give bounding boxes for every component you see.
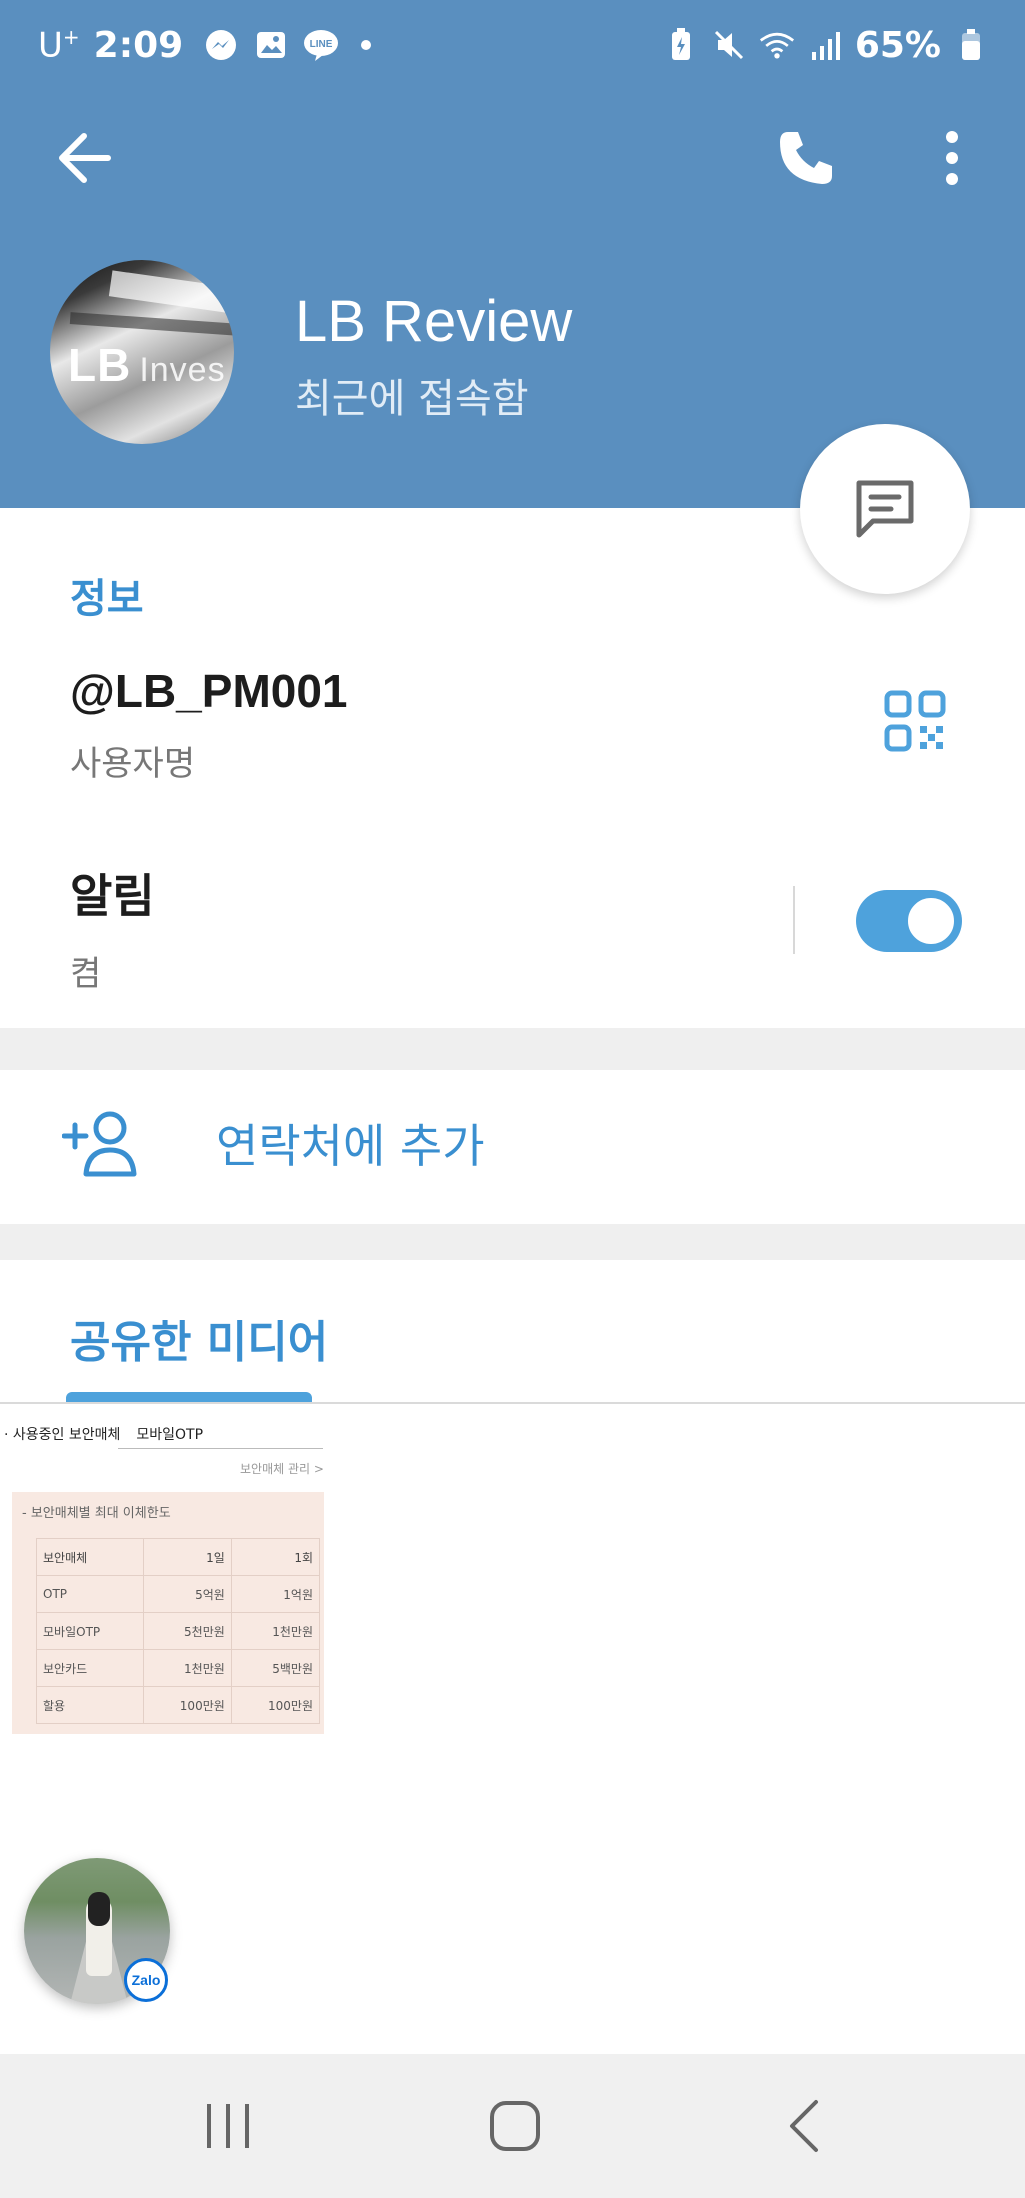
- section-divider: [0, 1028, 1025, 1070]
- thumb-limit-card: - 보안매체별 최대 이체한도 보안매체 1일 1회 OTP 5억원 1억원 모바일OT…: [12, 1492, 324, 1734]
- battery-icon: [953, 27, 989, 63]
- recent-apps-icon: [207, 2104, 249, 2148]
- add-person-icon[interactable]: [61, 1108, 142, 1178]
- qr-code-icon: [884, 690, 946, 752]
- messenger-icon: [203, 27, 239, 63]
- recent-apps-button[interactable]: [178, 2090, 278, 2162]
- info-section-title: 정보: [70, 576, 144, 622]
- status-time: 2:09: [93, 24, 184, 66]
- zalo-badge-icon: Zalo: [124, 1958, 168, 2002]
- username[interactable]: @LB_PM001: [70, 664, 348, 718]
- carrier-label: U+: [38, 24, 80, 66]
- home-button[interactable]: [465, 2090, 565, 2162]
- more-options-button[interactable]: [912, 118, 992, 198]
- back-nav-button[interactable]: [754, 2090, 854, 2162]
- call-button[interactable]: [766, 118, 846, 198]
- tab-divider: [0, 1402, 1025, 1404]
- system-nav-bar: [0, 2054, 1025, 2198]
- line-app-icon: LINE: [303, 27, 339, 63]
- gallery-icon: [253, 27, 289, 63]
- section-divider: [0, 1224, 1025, 1260]
- notifications-title: 알림: [70, 869, 155, 923]
- tab-shared-media[interactable]: 공유한 미디어: [70, 1306, 328, 1370]
- username-label: 사용자명: [70, 744, 196, 784]
- last-seen-status: 최근에 접속함: [295, 376, 529, 422]
- profile-avatar[interactable]: LB Inves: [50, 260, 234, 444]
- thumb-header: · 사용중인 보안매체 모바일OTP: [4, 1427, 204, 1443]
- thumb-limit-table: 보안매체 1일 1회 OTP 5억원 1억원 모바일OTP 5천만원 1천만원 보안카드 1천…: [36, 1538, 321, 1724]
- battery-percent: 65%: [854, 24, 941, 66]
- chevron-left-icon: [790, 2100, 818, 2152]
- profile-name: LB Review: [295, 289, 573, 354]
- notifications-toggle[interactable]: [856, 890, 962, 952]
- media-thumbnail[interactable]: · 사용중인 보안매체 모바일OTP 보안매체 관리 > - 보안매체별 최대 이…: [0, 1406, 328, 1744]
- divider: [793, 886, 795, 954]
- mute-icon: [711, 27, 747, 63]
- phone-icon: [780, 132, 832, 184]
- svg-text:LINE: LINE: [310, 39, 333, 50]
- message-button[interactable]: [800, 424, 970, 594]
- more-vertical-icon: [946, 131, 958, 185]
- back-button[interactable]: [44, 118, 124, 198]
- notification-dot-icon: [361, 40, 372, 50]
- home-icon: [490, 2101, 540, 2151]
- wifi-icon: [759, 27, 795, 63]
- thumb-manage-link: 보안매체 관리 >: [240, 1462, 324, 1476]
- signal-icon: [807, 27, 843, 63]
- add-to-contacts-button[interactable]: 연락처에 추가: [216, 1110, 485, 1176]
- notifications-status: 켬: [70, 954, 102, 994]
- status-bar: U+ 2:09 LINE 65%: [0, 0, 1025, 90]
- arrow-left-icon: [59, 133, 111, 183]
- avatar-text: LB Inves: [68, 339, 226, 391]
- message-icon: [856, 480, 914, 538]
- battery-saver-icon: [663, 27, 699, 63]
- qr-code-button[interactable]: [884, 690, 946, 752]
